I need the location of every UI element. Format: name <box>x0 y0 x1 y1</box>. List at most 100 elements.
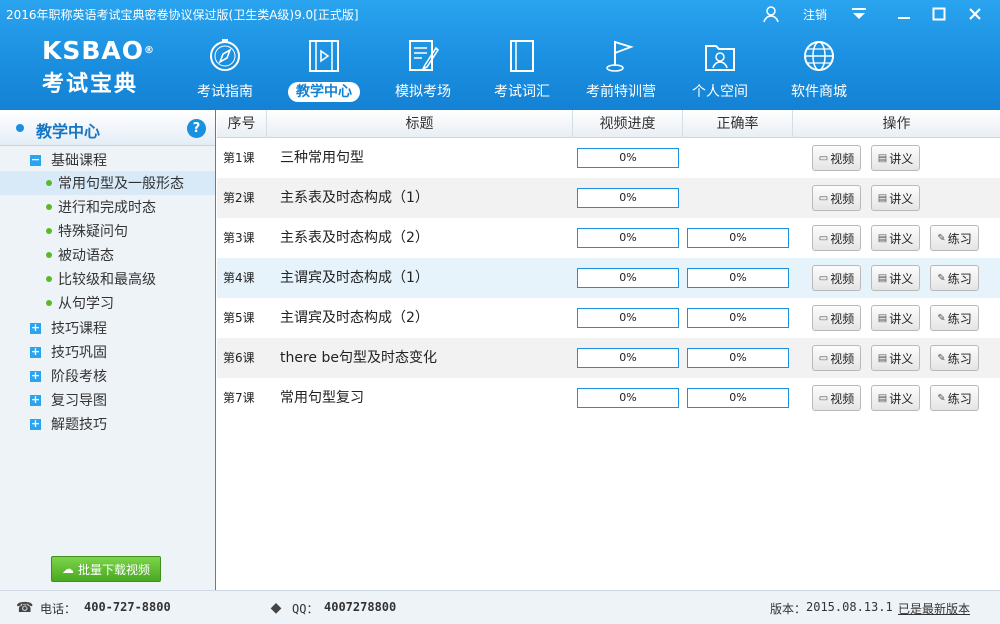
close-icon[interactable] <box>963 2 987 26</box>
video-button[interactable]: ▭ 视频 <box>812 145 861 171</box>
video-film-icon <box>309 40 339 72</box>
nav-exam-vocabulary[interactable]: 考试词汇 <box>477 34 567 106</box>
tree-leaf[interactable]: 被动语态 <box>0 243 215 267</box>
expand-icon[interactable]: + <box>30 394 41 406</box>
handout-button[interactable]: ▤ 讲义 <box>871 305 920 331</box>
video-button[interactable]: ▭ 视频 <box>812 385 861 411</box>
accuracy-bar: 0% <box>687 228 789 248</box>
accuracy-bar: 0% <box>687 348 789 368</box>
expand-icon[interactable]: + <box>30 322 41 334</box>
tree-leaf[interactable]: 特殊疑问句 <box>0 219 215 243</box>
tree-leaf[interactable]: 比较级和最高级 <box>0 267 215 291</box>
menu-dropdown-icon[interactable] <box>848 2 870 26</box>
lesson-title[interactable]: 常用句型复习 <box>280 378 364 418</box>
accuracy-bar: 0% <box>687 308 789 328</box>
logout-button[interactable]: 注销 <box>798 2 832 26</box>
sidebar: 教学中心 ? − 基础课程 常用句型及一般形态 进行和完成时态 特殊疑问句 被动语… <box>0 110 216 590</box>
status-bar: ☎ 电话： 400-727-8800 ◆ QQ： 4007278800 版本： … <box>0 590 1000 624</box>
table-row[interactable]: 第7课 常用句型复习 0% 0% ▭ 视频 ▤ 讲义 ✎ 练习 <box>217 378 1000 418</box>
help-icon[interactable]: ? <box>187 119 206 138</box>
tree-category[interactable]: + 解题技巧 <box>30 413 107 435</box>
tree-category[interactable]: + 阶段考核 <box>30 365 107 387</box>
table-row[interactable]: 第1课 三种常用句型 0% ▭ 视频 ▤ 讲义 <box>217 138 1000 178</box>
video-button[interactable]: ▭ 视频 <box>812 265 861 291</box>
table-row[interactable]: 第4课 主谓宾及时态构成（1） 0% 0% ▭ 视频 ▤ 讲义 ✎ 练习 <box>217 258 1000 298</box>
tree-leaf[interactable]: 进行和完成时态 <box>0 195 215 219</box>
header-title: 标题 <box>267 110 573 138</box>
practice-button[interactable]: ✎ 练习 <box>930 305 979 331</box>
video-button[interactable]: ▭ 视频 <box>812 305 861 331</box>
tree-category[interactable]: + 技巧课程 <box>30 317 107 339</box>
lesson-title[interactable]: 主谓宾及时态构成（2） <box>280 298 429 338</box>
update-status-link[interactable]: 已是最新版本 <box>898 600 970 617</box>
document-icon: ▤ <box>877 232 888 244</box>
table-row[interactable]: 第3课 主系表及时态构成（2） 0% 0% ▭ 视频 ▤ 讲义 ✎ 练习 <box>217 218 1000 258</box>
video-icon: ▭ <box>818 152 829 164</box>
user-icon[interactable] <box>760 2 782 26</box>
nav-training-camp[interactable]: 考前特训营 <box>576 34 666 106</box>
video-button[interactable]: ▭ 视频 <box>812 185 861 211</box>
lesson-title[interactable]: 主系表及时态构成（1） <box>280 178 429 218</box>
header-video-progress: 视频进度 <box>573 110 683 138</box>
minimize-icon[interactable] <box>893 2 915 26</box>
bullet-icon <box>16 124 24 132</box>
nav-exam-guide[interactable]: 考试指南 <box>180 34 270 106</box>
tree-leaf-label: 常用句型及一般形态 <box>58 176 184 192</box>
lesson-title[interactable]: 主系表及时态构成（2） <box>280 218 429 258</box>
exam-paper-icon <box>409 40 440 71</box>
handout-button[interactable]: ▤ 讲义 <box>871 145 920 171</box>
nav-teaching-center[interactable]: 教学中心 <box>279 34 369 106</box>
expand-icon[interactable]: + <box>30 370 41 382</box>
tree-category[interactable]: + 复习导图 <box>30 389 107 411</box>
bullet-icon <box>46 180 52 186</box>
globe-icon <box>804 41 834 71</box>
batch-download-button[interactable]: ☁ 批量下载视频 <box>51 556 161 582</box>
tree-leaf[interactable]: 从句学习 <box>0 291 215 315</box>
practice-button[interactable]: ✎ 练习 <box>930 385 979 411</box>
nav-software-store[interactable]: 软件商城 <box>774 34 864 106</box>
ksbao-logo: KSBAO® 考试宝典 <box>42 38 162 98</box>
tree-category-basic[interactable]: − 基础课程 <box>30 149 107 171</box>
practice-button[interactable]: ✎ 练习 <box>930 345 979 371</box>
handout-button[interactable]: ▤ 讲义 <box>871 225 920 251</box>
handout-button-label: 讲义 <box>889 231 914 246</box>
video-button[interactable]: ▭ 视频 <box>812 225 861 251</box>
lesson-title[interactable]: there be句型及时态变化 <box>280 338 437 378</box>
table-header: 序号 标题 视频进度 正确率 操作 <box>217 110 1000 138</box>
nav-personal-space[interactable]: 个人空间 <box>675 34 765 106</box>
lesson-title[interactable]: 主谓宾及时态构成（1） <box>280 258 429 298</box>
collapse-icon[interactable]: − <box>30 154 41 166</box>
maximize-icon[interactable] <box>928 2 950 26</box>
nav-mock-exam[interactable]: 模拟考场 <box>378 34 468 106</box>
person-folder-icon <box>705 45 735 71</box>
video-button[interactable]: ▭ 视频 <box>812 345 861 371</box>
handout-button[interactable]: ▤ 讲义 <box>871 385 920 411</box>
nav-label: 考试词汇 <box>494 84 550 100</box>
pencil-icon: ✎ <box>937 352 946 364</box>
video-progress-bar: 0% <box>577 348 679 368</box>
table-row[interactable]: 第6课 there be句型及时态变化 0% 0% ▭ 视频 ▤ 讲义 ✎ 练习 <box>217 338 1000 378</box>
table-row[interactable]: 第5课 主谓宾及时态构成（2） 0% 0% ▭ 视频 ▤ 讲义 ✎ 练习 <box>217 298 1000 338</box>
tree-leaf[interactable]: 常用句型及一般形态 <box>0 171 215 195</box>
video-progress-bar: 0% <box>577 188 679 208</box>
document-icon: ▤ <box>877 152 888 164</box>
title-bar: 2016年职称英语考试宝典密卷协议保过版(卫生类A级)9.0[正式版] 注销 <box>0 0 1000 28</box>
lesson-title[interactable]: 三种常用句型 <box>280 138 364 178</box>
expand-icon[interactable]: + <box>30 346 41 358</box>
handout-button-label: 讲义 <box>889 351 914 366</box>
nav-label: 软件商城 <box>791 84 847 100</box>
video-button-label: 视频 <box>830 311 855 326</box>
table-row[interactable]: 第2课 主系表及时态构成（1） 0% ▭ 视频 ▤ 讲义 <box>217 178 1000 218</box>
practice-button[interactable]: ✎ 练习 <box>930 225 979 251</box>
document-icon: ▤ <box>877 312 888 324</box>
handout-button[interactable]: ▤ 讲义 <box>871 345 920 371</box>
tree-category[interactable]: + 技巧巩固 <box>30 341 107 363</box>
expand-icon[interactable]: + <box>30 418 41 430</box>
handout-button[interactable]: ▤ 讲义 <box>871 265 920 291</box>
handout-button[interactable]: ▤ 讲义 <box>871 185 920 211</box>
document-icon: ▤ <box>877 392 888 404</box>
nav-label: 模拟考场 <box>395 84 451 100</box>
tree-leaf-label: 从句学习 <box>58 296 114 312</box>
bullet-icon <box>46 228 52 234</box>
practice-button[interactable]: ✎ 练习 <box>930 265 979 291</box>
